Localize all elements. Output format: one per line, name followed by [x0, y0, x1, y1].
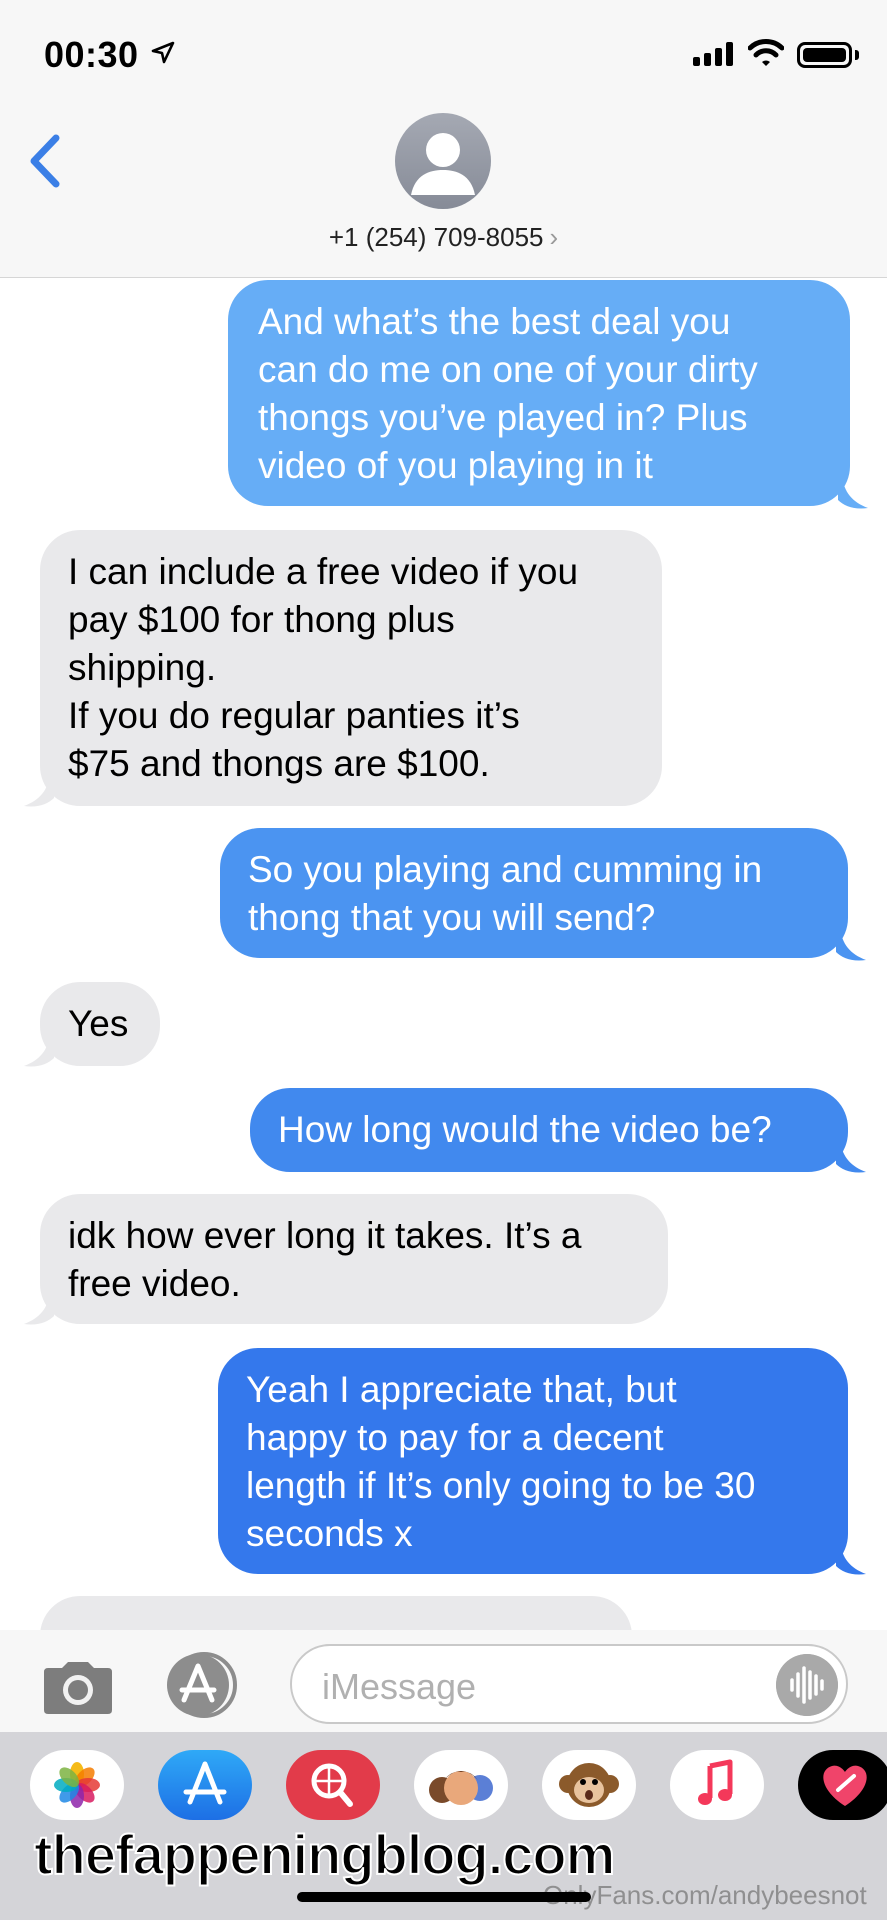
outgoing-bubble-tail — [836, 1140, 866, 1173]
outgoing-bubble-tail — [836, 1542, 866, 1575]
incoming-message[interactable]: idk how ever long it takes. It’s a free … — [40, 1194, 668, 1324]
contact-avatar[interactable] — [395, 113, 491, 209]
chevron-right-icon: › — [549, 222, 559, 252]
back-chevron-icon[interactable] — [22, 126, 66, 196]
message-input-bar: iMessage — [0, 1630, 887, 1732]
outgoing-bubble-tail — [838, 476, 868, 509]
animoji-monkey-icon[interactable] — [542, 1750, 636, 1820]
contact-name-button[interactable]: +1 (254) 709-8055 › — [0, 222, 887, 253]
outgoing-message[interactable]: So you playing and cumming in thong that… — [220, 828, 848, 958]
conversation-header: +1 (254) 709-8055 › — [0, 110, 887, 278]
incoming-bubble-tail — [24, 774, 54, 807]
outgoing-message[interactable]: Yeah I appreciate that, but happy to pay… — [218, 1348, 848, 1574]
music-icon[interactable] — [670, 1750, 764, 1820]
incoming-message[interactable]: I can include a free video if you pay $1… — [40, 530, 662, 806]
wifi-icon — [748, 39, 784, 66]
status-bar: 00:30 — [0, 0, 887, 110]
status-time: 00:30 — [44, 34, 139, 75]
imessage-placeholder: iMessage — [322, 1666, 477, 1707]
imessage-input[interactable]: iMessage — [290, 1644, 848, 1724]
audio-waveform-icon[interactable] — [776, 1654, 838, 1716]
outgoing-bubble-tail — [836, 928, 866, 961]
web-search-icon[interactable] — [286, 1750, 380, 1820]
site-watermark: thefappeningblog.com — [33, 1822, 616, 1887]
incoming-bubble-tail — [24, 1292, 54, 1325]
cellular-signal-icon — [693, 42, 733, 66]
contact-phone-number: +1 (254) 709-8055 — [328, 222, 544, 252]
person-silhouette-icon — [411, 133, 475, 195]
memoji-icon[interactable] — [414, 1750, 508, 1820]
battery-icon — [797, 42, 852, 68]
battery-cap — [855, 50, 859, 60]
onlyfans-watermark: OnlyFans.com/andybeesnot — [543, 1880, 867, 1910]
app-store-icon[interactable] — [158, 1750, 252, 1820]
incoming-bubble-tail — [24, 1034, 54, 1067]
photos-icon[interactable] — [30, 1750, 124, 1820]
camera-icon[interactable] — [40, 1660, 116, 1716]
home-indicator[interactable] — [297, 1892, 591, 1902]
app-store-drawer-icon[interactable] — [164, 1650, 250, 1720]
outgoing-message[interactable]: And what’s the best deal you can do me o… — [228, 280, 850, 506]
outgoing-message[interactable]: How long would the video be? — [250, 1088, 848, 1172]
location-arrow-icon — [151, 41, 175, 64]
digital-touch-icon[interactable] — [798, 1750, 887, 1820]
incoming-message[interactable]: Yes — [40, 982, 160, 1066]
